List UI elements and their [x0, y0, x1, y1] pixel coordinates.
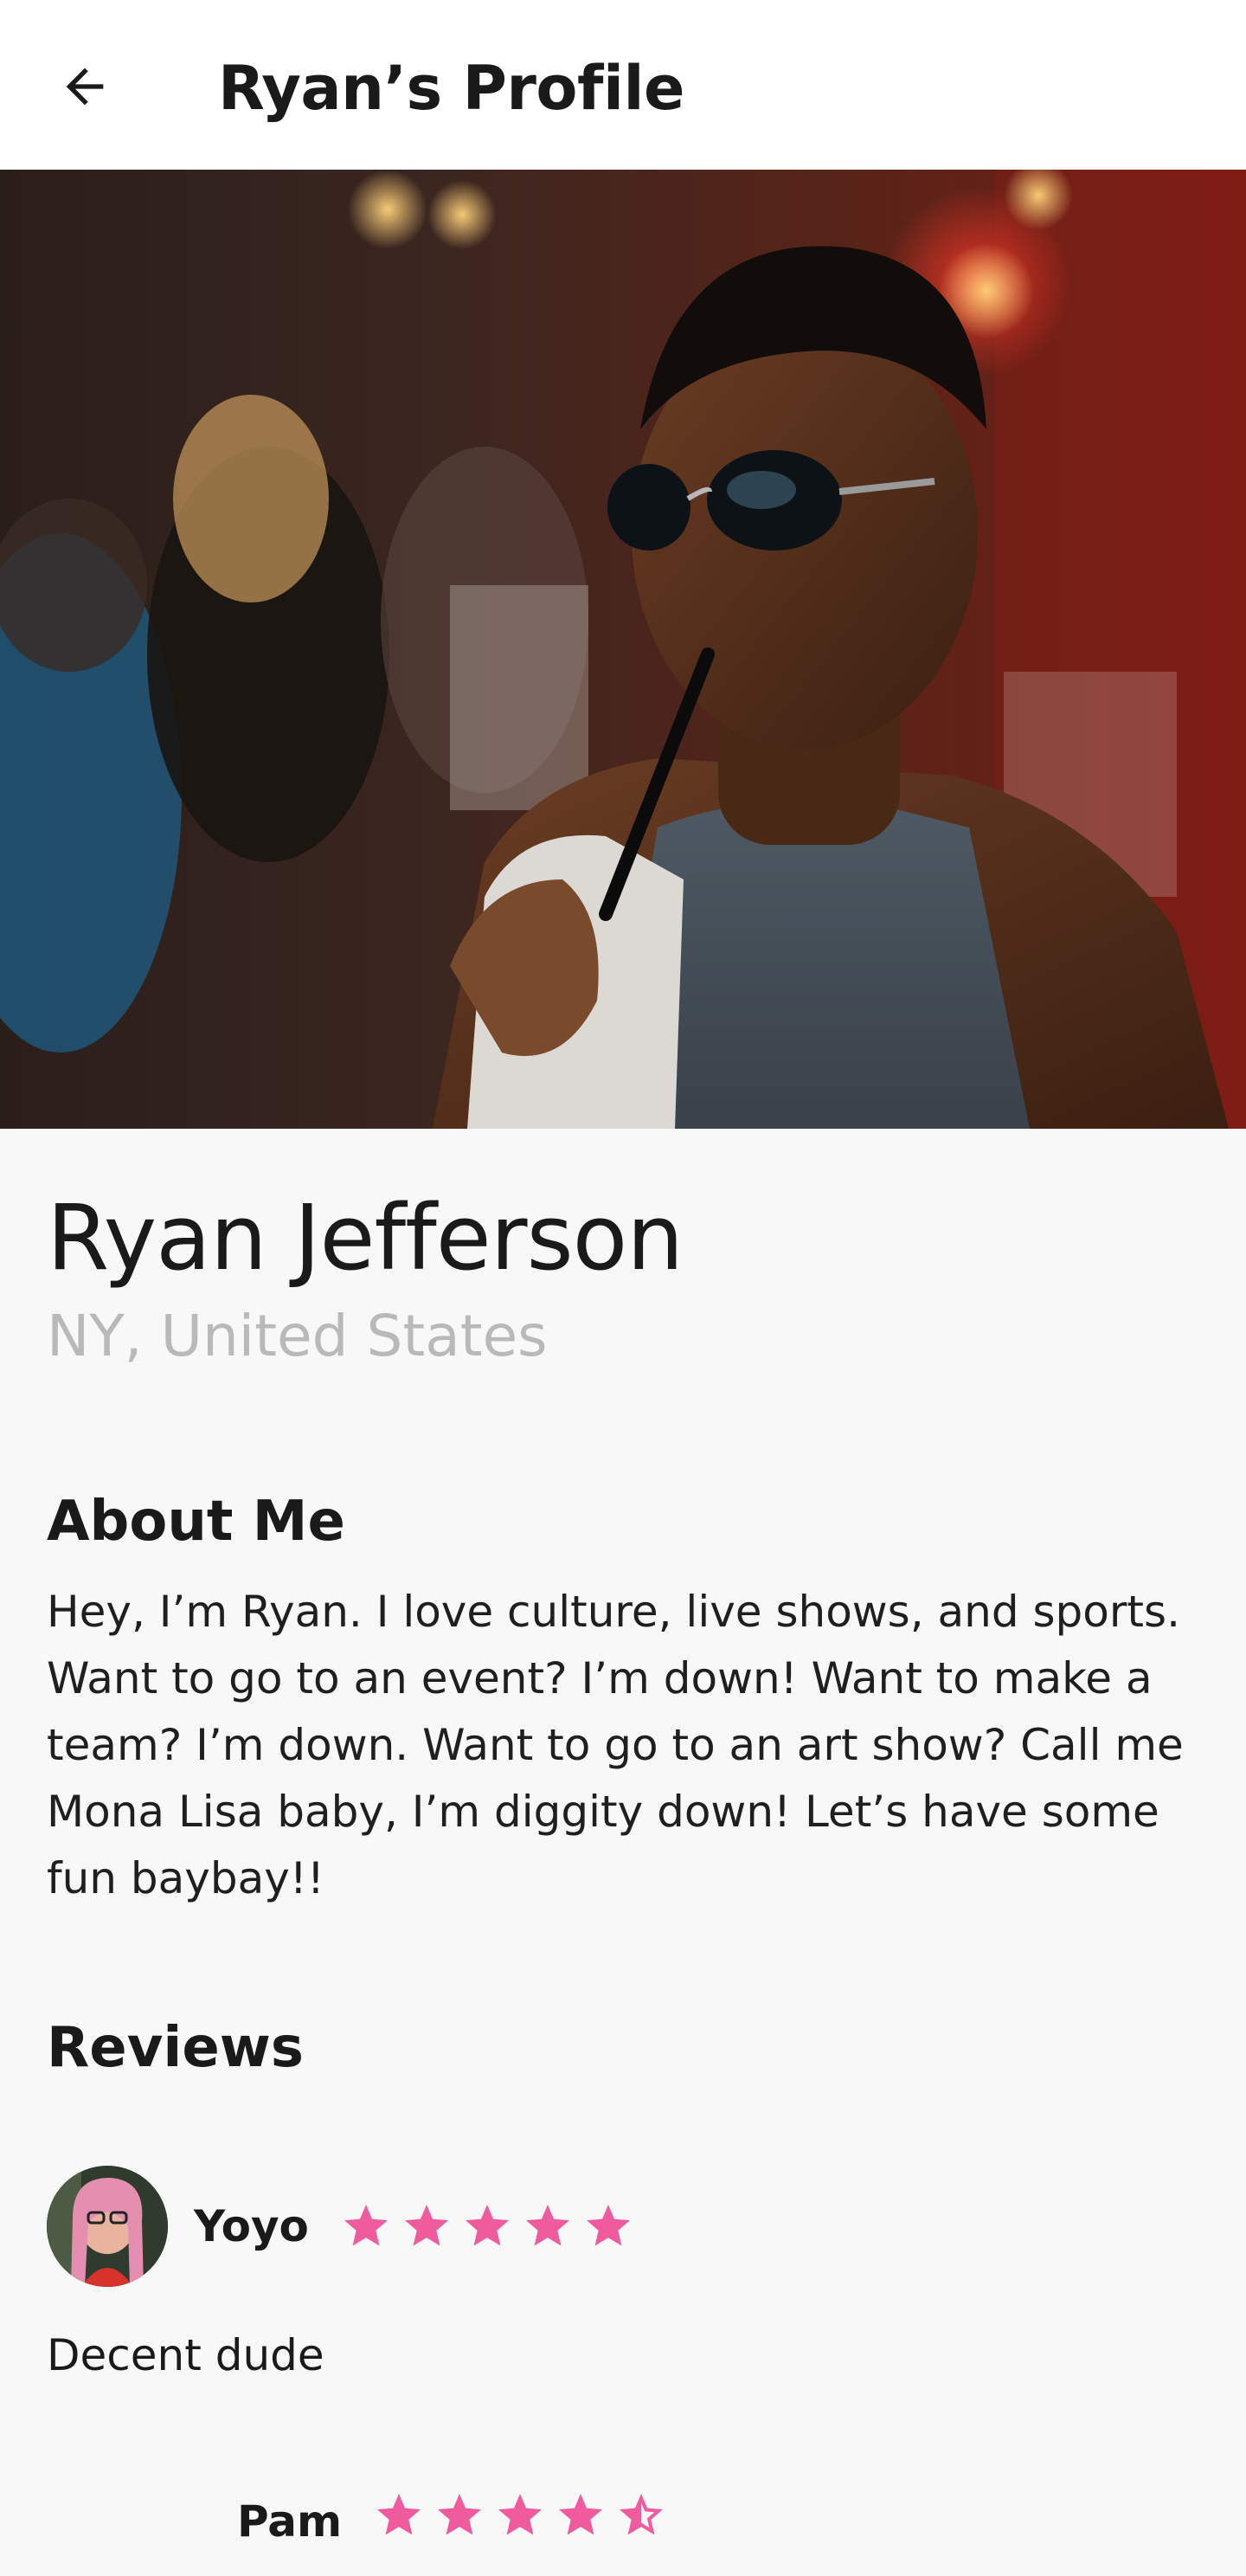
star-icon [525, 2205, 569, 2246]
star-icon [465, 2205, 509, 2246]
star-icon [559, 2494, 603, 2535]
star-icon [498, 2494, 543, 2535]
profile-location: NY, United States [47, 1303, 548, 1369]
star-rating [373, 2489, 667, 2541]
star-rating [340, 2200, 634, 2252]
review-item: Yoyo Decent dude [47, 2166, 1206, 2384]
star-icon [438, 2494, 482, 2535]
star-icon [377, 2494, 421, 2535]
arrow-left-icon [66, 68, 104, 106]
review-text: Decent dude [47, 2330, 324, 2380]
star-icon [404, 2205, 448, 2246]
about-text: Hey, I’m Ryan. I love culture, live show… [47, 1587, 1184, 1903]
avatar[interactable] [47, 2166, 168, 2287]
star-half-icon [620, 2494, 664, 2535]
reviewer-name: Yoyo [194, 2201, 309, 2251]
page-title: Ryan’s Profile [218, 53, 684, 124]
reviews-heading: Reviews [47, 2016, 304, 2080]
app-bar: Ryan’s Profile [0, 0, 1246, 170]
star-icon [586, 2205, 630, 2246]
reviewer-name: Pam [237, 2496, 343, 2547]
star-icon [344, 2205, 388, 2246]
about-heading: About Me [47, 1490, 345, 1554]
back-button[interactable] [48, 50, 121, 123]
review-item: Pam [237, 2489, 1246, 2576]
profile-photo [0, 170, 1246, 1129]
profile-name: Ryan Jefferson [47, 1185, 684, 1291]
